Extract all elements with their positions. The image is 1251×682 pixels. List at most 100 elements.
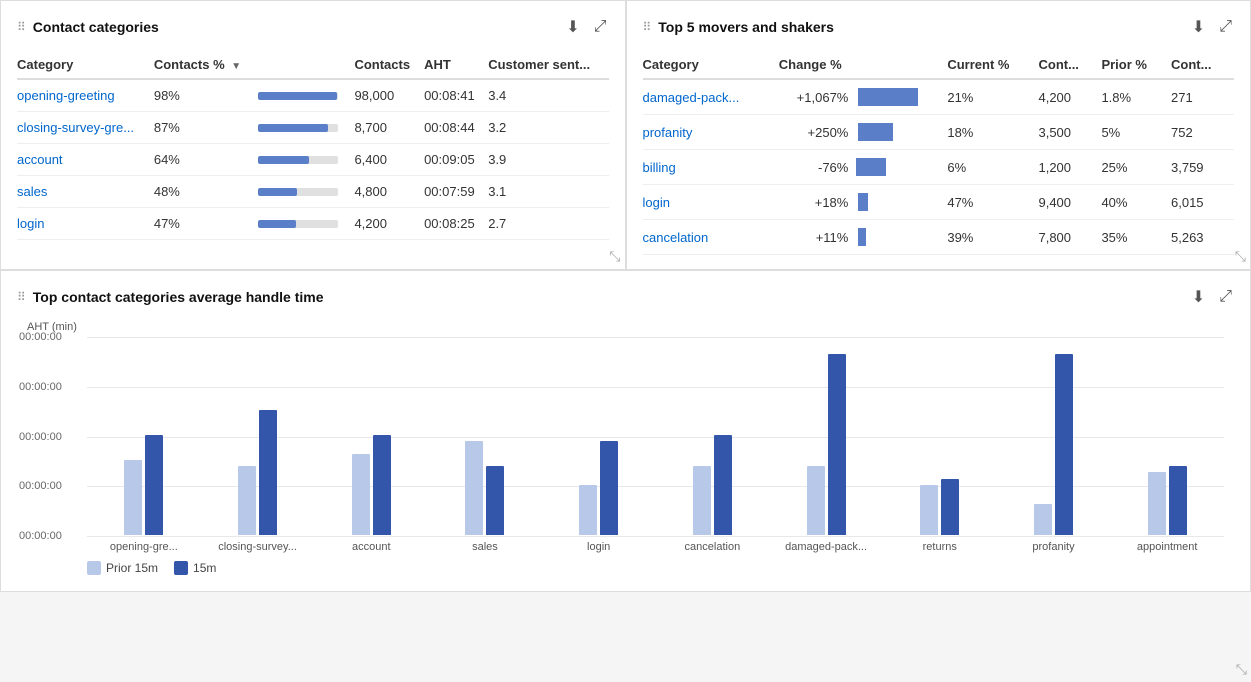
col-aht: AHT [424, 51, 488, 79]
contact-categories-table: Category Contacts % ▼ Contacts AHT Custo… [17, 51, 609, 240]
category-link[interactable]: closing-survey-gre... [17, 120, 134, 135]
legend-current-label: 15m [193, 561, 216, 575]
change-label-cell: +250% [779, 115, 857, 150]
movers-panel-actions: ⬇ ⤢ [1190, 15, 1234, 39]
prior-pct-cell: 40% [1101, 185, 1171, 220]
progress-bar-bg [258, 124, 338, 132]
current-pct-cell: 47% [947, 185, 1038, 220]
pct-cell: 47% [154, 208, 258, 240]
col-sentiment: Customer sent... [488, 51, 608, 79]
cont-current-cell: 1,200 [1038, 150, 1101, 185]
bar-group [542, 441, 656, 537]
movers-col-current-pct: Current % [947, 51, 1038, 79]
y-tick-3: 00:00:00 [19, 431, 62, 443]
progress-bar-bg [258, 188, 338, 196]
aht-cell: 00:08:25 [424, 208, 488, 240]
table-row: damaged-pack... +1,067% 21% 4,200 1.8% 2… [643, 79, 1235, 115]
download-button[interactable]: ⬇ [564, 15, 581, 39]
x-axis-label: account [314, 537, 428, 553]
bar-group [1110, 466, 1224, 537]
x-axis-label: appointment [1110, 537, 1224, 553]
prior-pct-cell: 25% [1101, 150, 1171, 185]
expand-button[interactable]: ⤢ [592, 16, 609, 38]
progress-bar-fill [258, 92, 336, 100]
change-bar-cell [856, 115, 947, 150]
current-bar [1055, 354, 1073, 535]
legend-current-swatch [174, 561, 188, 575]
mover-category-link[interactable]: damaged-pack... [643, 90, 740, 105]
aht-title-wrap: ⠿ Top contact categories average handle … [17, 289, 324, 305]
sentiment-cell: 3.2 [488, 112, 608, 144]
x-axis-label: returns [883, 537, 997, 553]
movers-expand-button[interactable]: ⤢ [1217, 16, 1234, 38]
aht-expand-button[interactable]: ⤢ [1217, 286, 1234, 308]
current-pct-cell: 39% [947, 220, 1038, 255]
col-contacts-pct: Contacts % ▼ [154, 51, 258, 79]
aht-cell: 00:07:59 [424, 176, 488, 208]
category-link[interactable]: opening-greeting [17, 88, 115, 103]
contacts-cell: 8,700 [354, 112, 424, 144]
prior-pct-cell: 5% [1101, 115, 1171, 150]
aht-resize-handle[interactable]: ⤡ [1236, 661, 1247, 678]
mover-category-link[interactable]: billing [643, 160, 676, 175]
drag-handle-icon: ⠿ [17, 20, 25, 34]
table-row: profanity +250% 18% 3,500 5% 752 [643, 115, 1235, 150]
table-row: login 47% 4,200 00:08:25 2.7 [17, 208, 609, 240]
contacts-cell: 98,000 [354, 79, 424, 112]
bar-group [428, 441, 542, 537]
prior-bar [124, 460, 142, 535]
prior-bar [1148, 472, 1166, 535]
legend-prior-label: Prior 15m [106, 561, 158, 575]
current-bar [145, 435, 163, 535]
movers-table: Category Change % Current % Cont... Prio… [643, 51, 1235, 255]
cont-current-cell: 3,500 [1038, 115, 1101, 150]
y-tick-2: 00:00:00 [19, 480, 62, 492]
movers-drag-handle-icon: ⠿ [643, 20, 651, 34]
panel-header: ⠿ Contact categories ⬇ ⤢ [17, 15, 609, 39]
aht-panel: ⠿ Top contact categories average handle … [0, 270, 1251, 592]
current-bar [714, 435, 732, 535]
sort-icon[interactable]: ▼ [231, 61, 241, 72]
change-label-cell: -76% [779, 150, 857, 185]
current-bar [259, 410, 277, 535]
prior-bar [579, 485, 597, 535]
prior-bar [465, 441, 483, 535]
cont-prior-cell: 6,015 [1171, 185, 1234, 220]
mover-category-link[interactable]: login [643, 195, 670, 210]
mover-category-link[interactable]: cancelation [643, 230, 709, 245]
mover-category-link[interactable]: profanity [643, 125, 693, 140]
table-row: cancelation +11% 39% 7,800 35% 5,263 [643, 220, 1235, 255]
pct-cell: 48% [154, 176, 258, 208]
cont-current-cell: 9,400 [1038, 185, 1101, 220]
bar-group [314, 435, 428, 537]
sentiment-cell: 3.1 [488, 176, 608, 208]
aht-download-button[interactable]: ⬇ [1190, 285, 1207, 309]
x-axis-label: cancelation [656, 537, 770, 553]
category-link[interactable]: login [17, 216, 44, 231]
sentiment-cell: 3.9 [488, 144, 608, 176]
pct-cell: 87% [154, 112, 258, 144]
progress-bar-bg [258, 156, 338, 164]
prior-bar [1034, 504, 1052, 535]
category-link[interactable]: sales [17, 184, 47, 199]
current-bar [486, 466, 504, 535]
prior-bar [352, 454, 370, 535]
category-link[interactable]: account [17, 152, 63, 167]
bar-cell [258, 144, 354, 176]
contacts-cell: 6,400 [354, 144, 424, 176]
legend-prior-swatch [87, 561, 101, 575]
sentiment-cell: 3.4 [488, 79, 608, 112]
movers-resize-handle[interactable]: ⤡ [1235, 248, 1246, 265]
resize-handle[interactable]: ⤡ [609, 248, 620, 265]
movers-col-cont-prior: Cont... [1171, 51, 1234, 79]
x-axis-label: closing-survey... [201, 537, 315, 553]
aht-title: Top contact categories average handle ti… [33, 289, 324, 305]
col-contacts: Contacts [354, 51, 424, 79]
chart-area: AHT (min) 00:00:00 00:00:00 00:00:00 [17, 321, 1234, 575]
movers-col-category: Category [643, 51, 779, 79]
cont-prior-cell: 5,263 [1171, 220, 1234, 255]
current-bar [941, 479, 959, 535]
movers-download-button[interactable]: ⬇ [1190, 15, 1207, 39]
chart-legend: Prior 15m 15m [87, 561, 1234, 575]
progress-bar-fill [258, 156, 309, 164]
